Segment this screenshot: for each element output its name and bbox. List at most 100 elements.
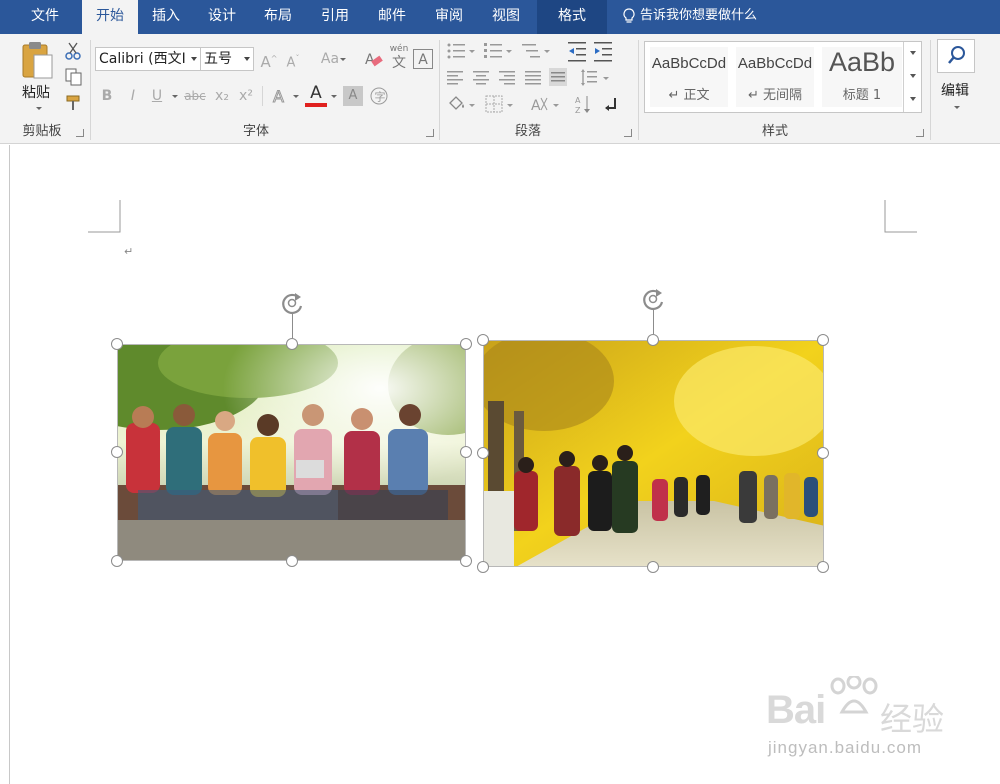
format-painter-icon[interactable]	[65, 94, 83, 112]
shrink-font-icon[interactable]: Aˇ	[283, 49, 303, 70]
multilevel-list-icon	[522, 44, 550, 58]
tab-design[interactable]: 设计	[198, 0, 246, 34]
top-right-margin-mark	[884, 200, 917, 233]
ginkgo-photo	[484, 341, 823, 566]
show-paragraph-marks-icon	[605, 98, 616, 111]
resize-handle-e[interactable]	[817, 447, 829, 459]
subscript-button[interactable]: x₂	[212, 86, 232, 106]
phonetic-guide-pinyin: wén	[389, 44, 409, 54]
paragraph-dialog-launcher[interactable]	[624, 129, 632, 137]
style-no-spacing[interactable]: AaBbCcDd ↵ 无间隔	[736, 47, 814, 107]
resize-handle-e[interactable]	[460, 446, 472, 458]
italic-button[interactable]: I	[123, 86, 143, 106]
resize-handle-ne[interactable]	[460, 338, 472, 350]
style-heading-1-name: 标题 1	[842, 88, 882, 103]
font-color-button[interactable]: A	[306, 83, 326, 103]
phonetic-guide-button[interactable]: wén 文	[389, 44, 409, 72]
underline-caret[interactable]	[172, 95, 178, 98]
styles-scroll-down[interactable]	[903, 65, 921, 88]
style-normal[interactable]: AaBbCcDd ↵ 正文	[650, 47, 728, 107]
tab-picture-format[interactable]: 格式	[537, 0, 607, 34]
cut-icon[interactable]	[65, 42, 81, 60]
baidu-paw-icon	[830, 676, 878, 714]
tab-review[interactable]: 审阅	[425, 0, 473, 34]
find-button[interactable]	[937, 39, 975, 73]
top-left-margin-mark	[88, 200, 121, 233]
svg-text:Z: Z	[575, 106, 581, 115]
enclose-characters-icon[interactable]: 字	[369, 86, 389, 106]
font-name-dropdown[interactable]	[188, 48, 200, 70]
font-size-combo[interactable]: 五号	[200, 47, 254, 71]
resize-handle-n[interactable]	[286, 338, 298, 350]
resize-handle-nw[interactable]	[111, 338, 123, 350]
decrease-indent-icon	[568, 42, 586, 62]
resize-handle-se[interactable]	[817, 561, 829, 573]
style-heading-1-sample: AaBb	[828, 47, 896, 77]
character-border-button[interactable]: A	[413, 49, 433, 69]
underline-button[interactable]: U	[147, 86, 167, 106]
tab-insert[interactable]: 插入	[142, 0, 190, 34]
font-name-combo[interactable]: Calibri (西文I	[95, 47, 201, 71]
resize-handle-se[interactable]	[460, 555, 472, 567]
tell-me-text: 告诉我你想要做什么	[640, 8, 758, 23]
paste-icon[interactable]	[20, 40, 56, 82]
tab-file[interactable]: 文件	[18, 0, 72, 34]
align-right-icon	[499, 71, 515, 85]
rotate-handle-icon[interactable]	[278, 289, 306, 317]
font-size-dropdown[interactable]	[241, 48, 253, 70]
styles-dialog-launcher[interactable]	[916, 129, 924, 137]
phonetic-guide-char: 文	[392, 55, 406, 71]
group-separator	[90, 40, 91, 140]
document-image-ginkgo[interactable]	[483, 340, 824, 567]
font-dialog-launcher[interactable]	[426, 129, 434, 137]
rotate-handle-icon[interactable]	[639, 285, 667, 313]
shading-icon	[449, 96, 475, 110]
lightbulb-icon	[623, 7, 635, 23]
resize-handle-n[interactable]	[647, 334, 659, 346]
shading-buttons-row: A A Z	[449, 95, 616, 115]
resize-handle-w[interactable]	[477, 447, 489, 459]
clipboard-dialog-launcher[interactable]	[76, 129, 84, 137]
superscript-button[interactable]: x²	[236, 86, 256, 106]
resize-handle-w[interactable]	[111, 446, 123, 458]
change-case-caret[interactable]	[340, 58, 346, 61]
font-color-swatch	[305, 103, 327, 107]
text-effects-caret[interactable]	[293, 95, 299, 98]
tab-view[interactable]: 视图	[482, 0, 530, 34]
page-left-edge	[9, 145, 10, 784]
document-image-friends[interactable]	[117, 344, 466, 561]
styles-scroll-up[interactable]	[903, 42, 921, 65]
tab-references[interactable]: 引用	[311, 0, 359, 34]
paste-button[interactable]: 粘贴	[22, 82, 50, 102]
style-normal-sample: AaBbCcDd	[651, 55, 727, 72]
editing-caret[interactable]	[954, 106, 960, 109]
styles-more-button[interactable]	[903, 88, 921, 112]
style-heading-1[interactable]: AaBb 标题 1	[822, 47, 902, 107]
resize-handle-sw[interactable]	[111, 555, 123, 567]
strikethrough-button[interactable]: abc	[182, 86, 208, 106]
tab-home[interactable]: 开始	[82, 0, 138, 34]
chinese-layout-icon: A	[531, 97, 559, 114]
clipboard-group-label: 剪贴板	[22, 124, 62, 139]
resize-handle-s[interactable]	[647, 561, 659, 573]
grow-font-icon[interactable]: A^	[259, 49, 279, 71]
bold-button[interactable]: B	[97, 86, 117, 106]
resize-handle-ne[interactable]	[817, 334, 829, 346]
styles-gallery: AaBbCcDd ↵ 正文 AaBbCcDd ↵ 无间隔 AaBb 标题 1	[644, 41, 922, 113]
character-shading-button[interactable]: A	[343, 86, 363, 106]
paste-dropdown-caret[interactable]	[36, 107, 42, 110]
numbering-icon	[484, 43, 512, 58]
tell-me-search[interactable]: 告诉我你想要做什么	[622, 0, 757, 34]
copy-icon[interactable]	[65, 68, 83, 86]
resize-handle-nw[interactable]	[477, 334, 489, 346]
font-color-caret[interactable]	[331, 95, 337, 98]
resize-handle-s[interactable]	[286, 555, 298, 567]
svg-text:字: 字	[375, 90, 386, 104]
text-effects-icon[interactable]: A	[270, 86, 290, 107]
tab-layout[interactable]: 布局	[254, 0, 302, 34]
clear-formatting-icon[interactable]: A	[364, 49, 384, 69]
font-group-label: 字体	[242, 124, 269, 139]
resize-handle-sw[interactable]	[477, 561, 489, 573]
editing-button[interactable]: 编辑	[941, 80, 969, 100]
tab-mailings[interactable]: 邮件	[368, 0, 416, 34]
